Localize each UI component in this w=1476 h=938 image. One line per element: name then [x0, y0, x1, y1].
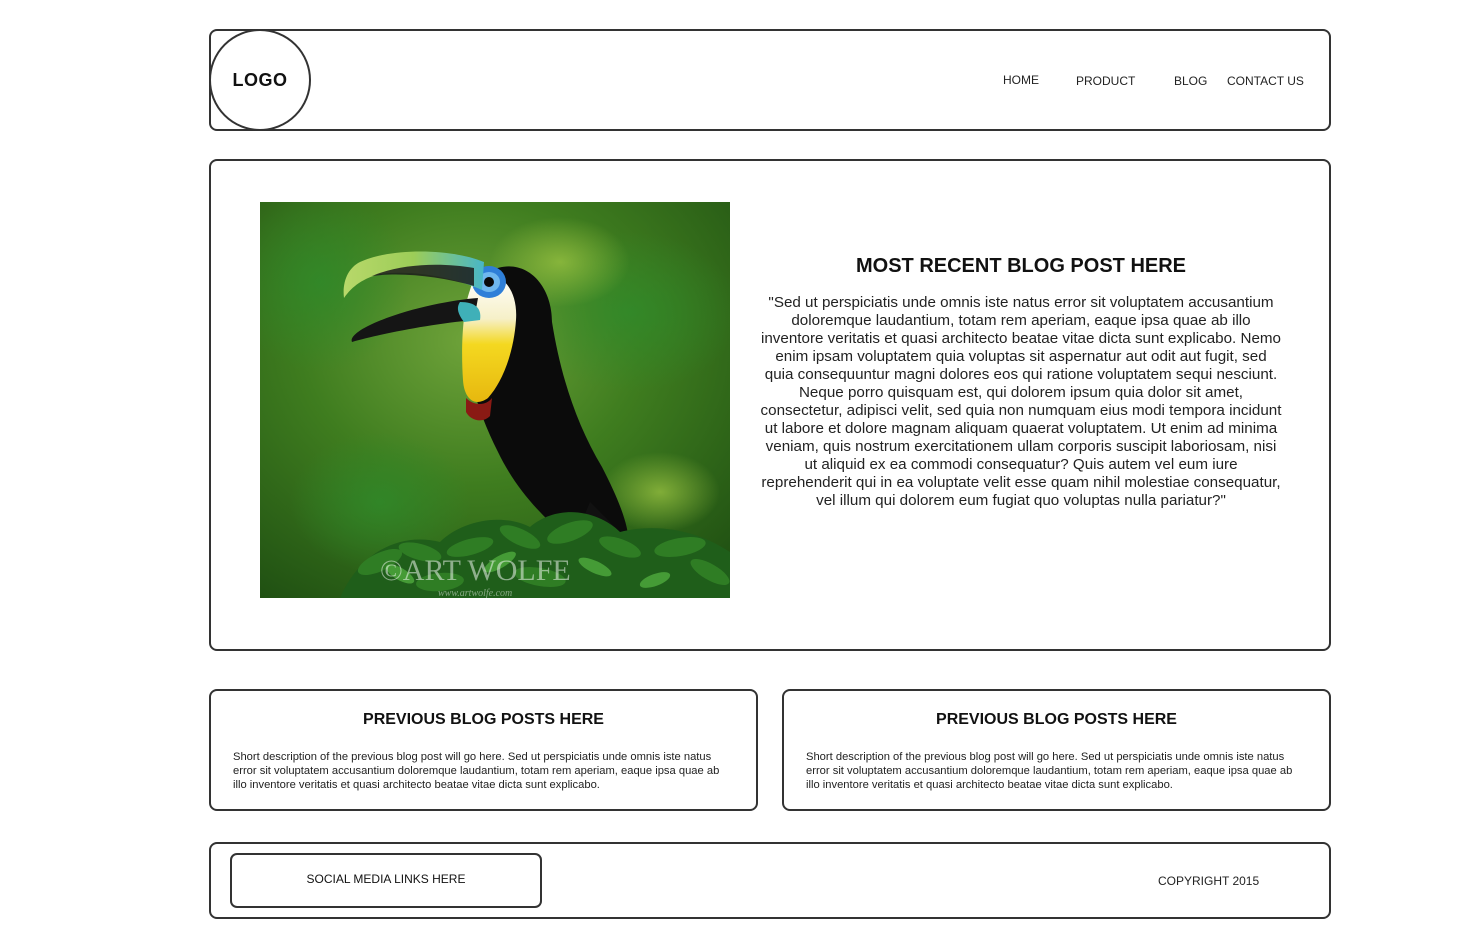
previous-post-card[interactable]: PREVIOUS BLOG POSTS HERE Short descripti… — [209, 689, 758, 811]
nav-product-link[interactable]: PRODUCT — [1076, 74, 1135, 88]
previous-post-title[interactable]: PREVIOUS BLOG POSTS HERE — [211, 711, 756, 729]
image-watermark: ©ART WOLFE — [380, 554, 571, 587]
featured-post: ©ART WOLFE www.artwolfe.com MOST RECENT … — [209, 159, 1331, 651]
nav-home-link[interactable]: HOME — [1003, 73, 1039, 87]
previous-post-card[interactable]: PREVIOUS BLOG POSTS HERE Short descripti… — [782, 689, 1331, 811]
site-header: LOGO HOME PRODUCT BLOG CONTACT US — [209, 29, 1331, 131]
image-watermark-url: www.artwolfe.com — [438, 588, 512, 598]
previous-post-description: Short description of the previous blog p… — [233, 751, 720, 791]
previous-post-title[interactable]: PREVIOUS BLOG POSTS HERE — [784, 711, 1329, 729]
featured-post-title[interactable]: MOST RECENT BLOG POST HERE — [760, 255, 1282, 278]
toucan-photo: ©ART WOLFE www.artwolfe.com — [260, 202, 730, 598]
nav-contact-link[interactable]: CONTACT US — [1227, 74, 1304, 88]
copyright-text: COPYRIGHT 2015 — [1158, 874, 1260, 888]
nav-blog-link[interactable]: BLOG — [1174, 74, 1207, 88]
featured-post-text: "Sed ut perspiciatis unde omnis iste nat… — [760, 294, 1282, 509]
site-footer: SOCIAL MEDIA LINKS HERE COPYRIGHT 2015 — [209, 842, 1331, 919]
previous-post-description: Short description of the previous blog p… — [806, 751, 1293, 791]
logo[interactable]: LOGO — [209, 29, 311, 131]
social-media-links[interactable]: SOCIAL MEDIA LINKS HERE — [230, 853, 542, 908]
